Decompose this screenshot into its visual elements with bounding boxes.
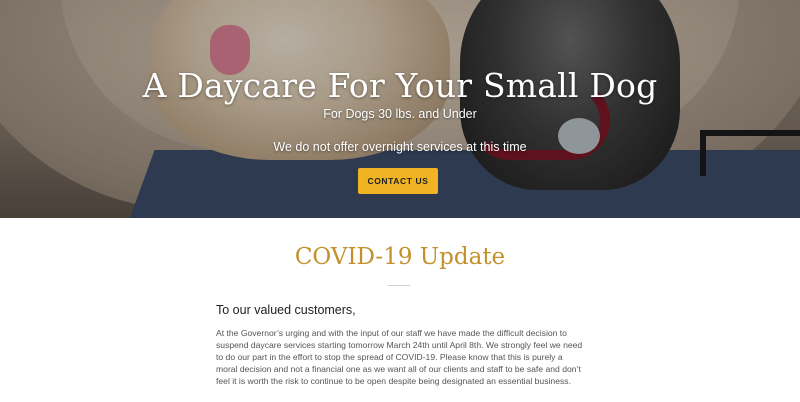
- greeting-text: To our valued customers,: [216, 303, 356, 317]
- hero-subtitle: For Dogs 30 lbs. and Under: [323, 107, 477, 121]
- covid-update-heading: COVID-19 Update: [294, 244, 506, 270]
- hero-title: A Daycare For Your Small Dog: [142, 66, 658, 105]
- contact-us-button[interactable]: CONTACT US: [358, 168, 438, 194]
- section-divider: [388, 285, 410, 286]
- hero-note: We do not offer overnight services at th…: [273, 140, 527, 154]
- hero-banner: A Daycare For Your Small Dog For Dogs 30…: [0, 0, 800, 218]
- update-body-text: At the Governor’s urging and with the in…: [216, 328, 583, 386]
